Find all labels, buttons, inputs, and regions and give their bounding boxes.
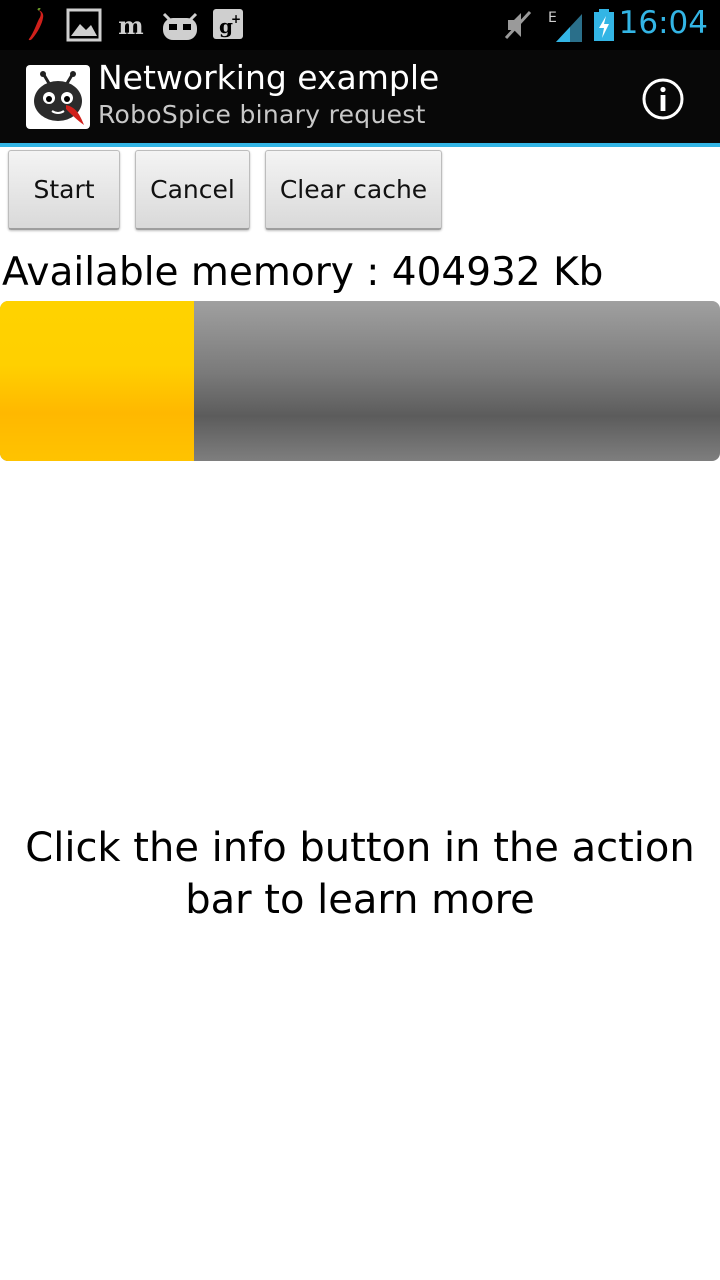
info-icon (642, 78, 684, 120)
google-plus-icon: g + (212, 8, 244, 42)
app-subtitle: RoboSpice binary request (98, 100, 426, 129)
action-bar-divider (0, 143, 720, 147)
mute-icon (502, 8, 534, 42)
action-bar: Networking example RoboSpice binary requ… (0, 50, 720, 143)
robot-face-icon (160, 8, 200, 42)
network-type-label: E (548, 10, 557, 26)
progress-fill (0, 301, 195, 461)
status-time: 16:04 (618, 5, 708, 41)
available-memory-label: Available memory : 404932 Kb (2, 250, 604, 295)
battery-charging-icon (592, 8, 616, 42)
memory-progress-bar (0, 301, 720, 461)
info-message: Click the info button in the action bar … (25, 825, 695, 923)
info-button[interactable] (626, 64, 700, 134)
cancel-button[interactable]: Cancel (135, 150, 250, 230)
newspaper-icon: m (116, 8, 146, 42)
svg-text:m: m (118, 11, 143, 40)
clear-cache-button[interactable]: Clear cache (265, 150, 442, 230)
start-button[interactable]: Start (8, 150, 120, 230)
app-title: Networking example (98, 58, 440, 97)
signal-icon: E (546, 8, 584, 42)
status-bar: m g + E 16:04 (0, 0, 720, 50)
chili-icon (24, 7, 48, 42)
svg-text:+: + (231, 12, 241, 26)
robospice-logo-icon[interactable] (26, 65, 90, 129)
image-icon (66, 8, 102, 42)
